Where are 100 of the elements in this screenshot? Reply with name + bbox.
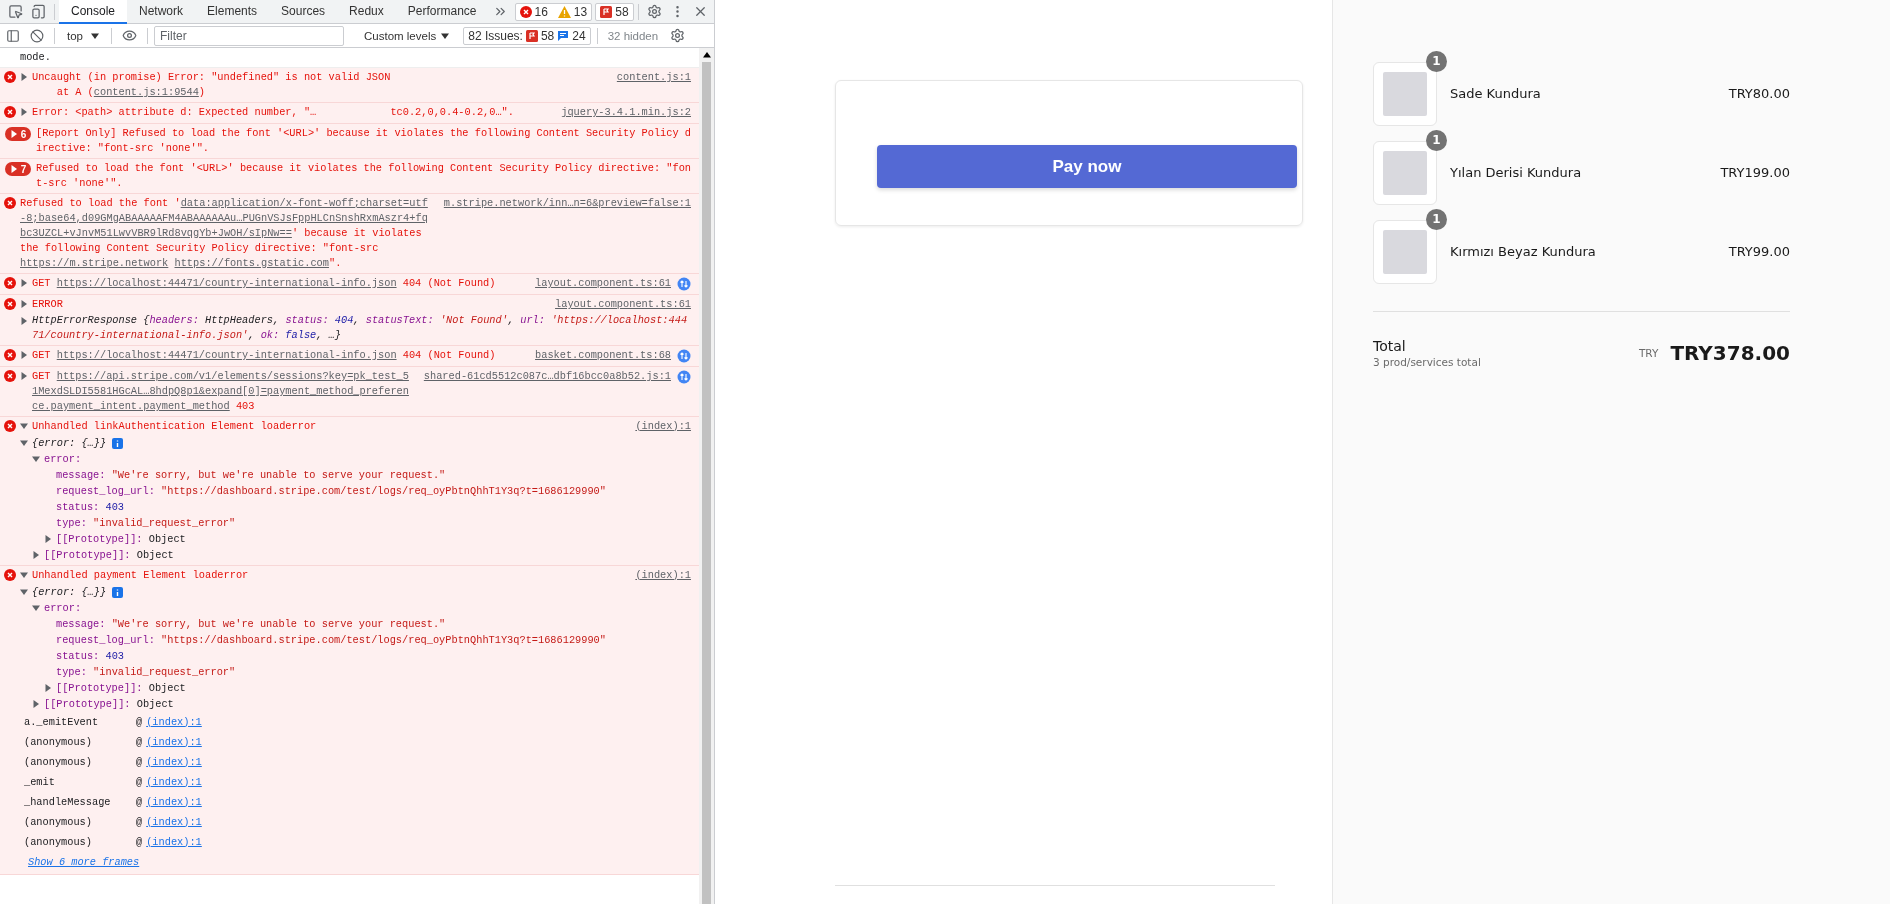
photo-placeholder — [1383, 229, 1427, 274]
repeat-count[interactable]: 6 — [4, 127, 32, 141]
total-note: 3 prod/services total — [1373, 356, 1482, 368]
caret-icon — [91, 31, 99, 40]
console-message: mode. — [20, 50, 52, 65]
stack-link[interactable]: (index):1 — [146, 714, 202, 730]
devtools-tab[interactable]: Console — [59, 0, 128, 24]
console-message: GET https://localhost:44471/country-international-info.json 404 (Not Found) — [32, 348, 497, 363]
object-property: message: "We're sorry, but we're unable to serve your request." — [56, 467, 446, 483]
stack-function: a._emitEvent — [24, 714, 100, 730]
caret-icon[interactable] — [32, 455, 40, 463]
caret-icon[interactable] — [20, 439, 28, 447]
source-link[interactable]: (index):1 — [635, 419, 691, 434]
message-link[interactable]: content.js:1:9544 — [93, 86, 199, 98]
object-property: error: — [44, 451, 82, 467]
error-icon — [4, 349, 16, 361]
error-icon — [4, 298, 16, 310]
source-link[interactable]: shared-61cd5512c087c…dbf16bcc0a8b52.js:1 — [423, 369, 671, 384]
caret-icon[interactable] — [32, 700, 40, 708]
caret-icon[interactable] — [44, 535, 52, 543]
source-link[interactable]: (index):1 — [635, 568, 691, 583]
source-link[interactable]: content.js:1 — [616, 70, 691, 85]
caret-icon[interactable] — [20, 300, 28, 308]
devtools-tab[interactable]: Performance — [395, 0, 489, 24]
caret-icon[interactable] — [20, 279, 28, 287]
object-property: request_log_url: "https://dashboard.stripe.com/test/logs/req_oyPbtnQhhT1Y3q?t=1686129990" — [56, 632, 606, 648]
devtools-tab[interactable]: Network — [127, 0, 196, 24]
devtools-tab[interactable]: Redux — [337, 0, 396, 24]
message-link[interactable]: https://localhost:44471/country-international-info.json — [56, 277, 397, 289]
source-link[interactable]: layout.component.ts:61 — [555, 297, 691, 312]
info-icon[interactable] — [112, 437, 124, 449]
stack-function: _emit — [24, 774, 56, 790]
source-link[interactable]: basket.component.ts:68 — [535, 348, 671, 363]
source-link[interactable]: jquery-3.4.1.min.js:2 — [561, 105, 691, 120]
caret-icon[interactable] — [20, 372, 28, 380]
log-levels-dropdown[interactable]: Custom levels — [358, 28, 456, 43]
object-property: [[Prototype]]: Object — [44, 547, 174, 563]
issues-counter[interactable]: 58 — [595, 2, 634, 21]
at-sign: @ — [136, 794, 143, 810]
devtools-tab[interactable]: Elements — [195, 0, 270, 24]
caret-icon[interactable] — [32, 551, 40, 559]
console-message: ERROR — [32, 297, 64, 312]
repeat-count[interactable]: 7 — [4, 162, 32, 176]
product-name: Kırmızı Beyaz Kundura — [1450, 244, 1597, 259]
issue-flag-icon — [525, 29, 538, 42]
caret-icon[interactable] — [20, 422, 28, 430]
error-icon — [4, 370, 16, 382]
message-icon — [557, 29, 570, 42]
at-sign: @ — [136, 754, 143, 770]
object-property: request_log_url: "https://dashboard.stripe.com/test/logs/req_oyPbtnQhhT1Y3q?t=1686129990" — [56, 483, 606, 499]
object-preview: {error: {…}} — [32, 435, 107, 451]
message-link[interactable]: https://m.stripe.network — [20, 257, 169, 269]
quantity-badge: 1 — [1426, 208, 1447, 230]
at-sign: @ — [136, 734, 143, 750]
at-sign: @ — [136, 714, 143, 730]
scrollbar[interactable] — [699, 48, 714, 904]
console-message: Refused to load the font 'data:application/x-font-woff;charset=utf-8;base64,d09GMgABAAAAAFM4ABAAAAAAu…PUGnVSJsFppHLCnSnshRxmAszr4+fqbc3UZCL+vJnvM51LwvVBR9lRd8vqgYb+JwOH/sIpNw==' because it violates the following Content Security Policy directive: "font-src https://m.stripe.network https://fonts.gstatic.com". — [20, 196, 429, 271]
message-link[interactable]: https://localhost:44471/country-international-info.json — [56, 349, 397, 361]
error-icon — [4, 277, 16, 289]
caret-icon[interactable] — [44, 684, 52, 692]
caret-icon[interactable] — [20, 73, 28, 81]
stack-link[interactable]: (index):1 — [146, 834, 202, 850]
stack-link[interactable]: (index):1 — [146, 814, 202, 830]
network-request-icon[interactable] — [677, 369, 691, 384]
more-frames-link[interactable]: Show 6 more frames — [24, 854, 140, 870]
error-icon — [4, 71, 16, 83]
caret-icon — [441, 31, 450, 40]
total-amount: TRY378.00 — [1670, 341, 1790, 365]
message-link[interactable]: https://fonts.gstatic.com — [174, 257, 329, 269]
info-icon[interactable] — [112, 586, 124, 598]
scroll-up-arrow-icon[interactable] — [702, 51, 711, 59]
network-request-icon[interactable] — [677, 348, 691, 363]
caret-icon[interactable] — [20, 108, 28, 116]
caret-icon[interactable] — [20, 351, 28, 359]
stack-link[interactable]: (index):1 — [146, 794, 202, 810]
source-link[interactable]: m.stripe.network/inn…n=6&preview=false:1 — [443, 196, 691, 211]
filter-field[interactable]: Filter — [154, 25, 344, 46]
issue-flag-icon — [600, 5, 613, 18]
caret-icon[interactable] — [20, 317, 28, 325]
issues-button[interactable]: 82 Issues: 58 24 — [463, 26, 591, 45]
pay-now-button[interactable]: Pay now — [877, 145, 1297, 188]
context-dropdown[interactable]: top — [61, 29, 105, 42]
caret-icon[interactable] — [32, 604, 40, 612]
object-property: status: 403 — [56, 499, 124, 515]
total-label: Total — [1373, 338, 1407, 354]
caret-icon[interactable] — [20, 588, 28, 596]
devtools-tab[interactable]: Sources — [269, 0, 338, 24]
stack-link[interactable]: (index):1 — [146, 774, 202, 790]
source-link[interactable]: layout.component.ts:61 — [535, 276, 671, 291]
caret-icon[interactable] — [20, 571, 28, 579]
stack-link[interactable]: (index):1 — [146, 734, 202, 750]
error-warning-counter[interactable]: 16 13 — [514, 2, 593, 21]
error-icon — [4, 420, 16, 432]
stack-link[interactable]: (index):1 — [146, 754, 202, 770]
at-sign: @ — [136, 774, 143, 790]
network-request-icon[interactable] — [677, 276, 691, 291]
product-price: TRY199.00 — [1720, 165, 1790, 180]
console-message: Refused to load the font '<URL>' because it violates the following Content Security Policy directive: "font-src 'none'". — [36, 161, 691, 191]
console-message: Error: <path> attribute d: Expected number, "… tc0.2,0,0.4-0.2,0…". — [32, 105, 515, 120]
photo-placeholder — [1383, 71, 1427, 116]
